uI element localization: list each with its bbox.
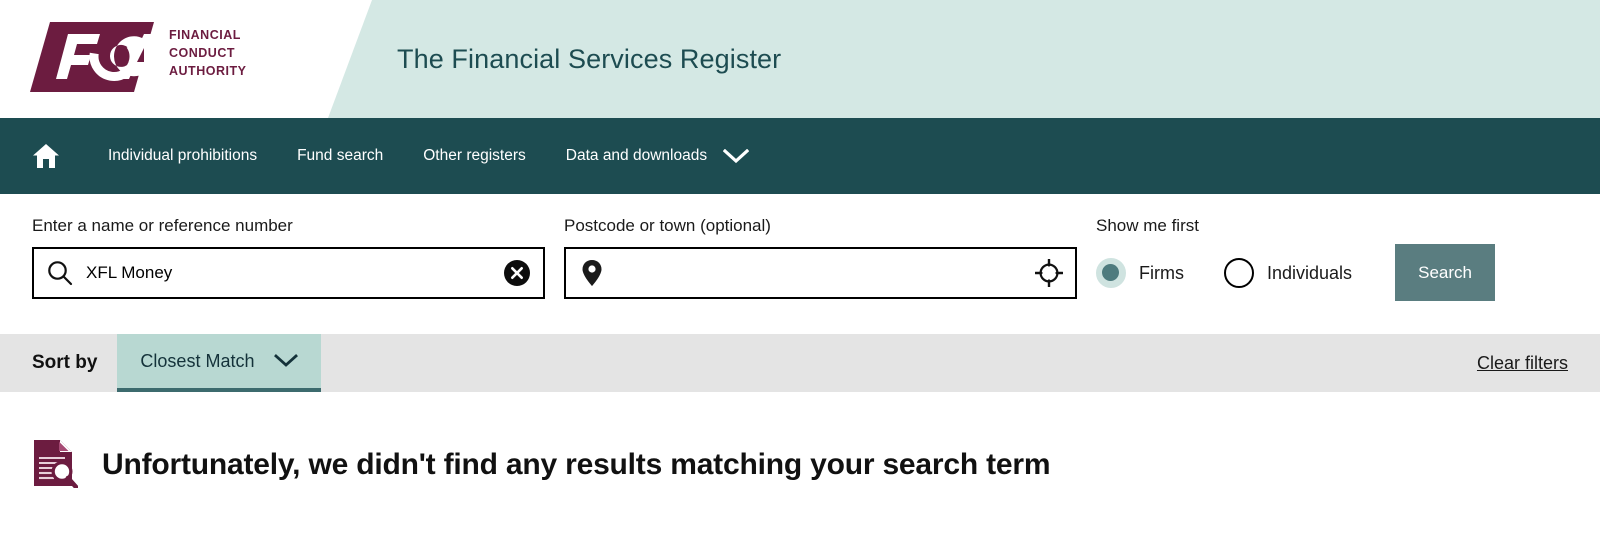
crosshair-locate-icon[interactable] (1023, 259, 1075, 288)
page-title: The Financial Services Register (397, 43, 782, 74)
results-area: Unfortunately, we didn't find any result… (0, 392, 1600, 493)
nav-item-label: Individual prohibitions (108, 147, 258, 164)
radio-indicator-firms[interactable] (1096, 258, 1126, 289)
fca-logo[interactable]: Financial Conduct Authority (30, 22, 246, 92)
postcode-field-group: Postcode or town (optional) (564, 216, 1077, 300)
search-input[interactable] (86, 249, 491, 298)
no-results-message: Unfortunately, we didn't find any result… (102, 447, 1051, 481)
postcode-input-box[interactable] (564, 247, 1077, 300)
nav-item-label: Other registers (423, 147, 526, 164)
sort-by-dropdown[interactable]: Closest Match (117, 334, 322, 392)
name-search-field-group: Enter a name or reference number (32, 216, 545, 300)
nav-item-label: Data and downloads (565, 147, 708, 164)
name-search-input-box[interactable] (32, 247, 545, 300)
sort-by-selected-value: Closest Match (140, 350, 255, 371)
site-header: Financial Conduct Authority The Financia… (0, 0, 1600, 118)
show-me-first-row: Firms Individuals Search (1096, 244, 1568, 302)
search-panel: Enter a name or reference number XFL Mon… (0, 194, 1600, 334)
show-me-first-group: Show me first Firms Individuals Search (1096, 216, 1568, 302)
radio-indicator-individuals[interactable] (1223, 258, 1254, 289)
nav-item-fund-search[interactable]: Fund search (297, 147, 383, 165)
radio-label-individuals: Individuals (1266, 262, 1353, 283)
nav-item-other-registers[interactable]: Other registers (423, 147, 526, 165)
show-me-first-label: Show me first (1096, 216, 1199, 235)
radio-option-firms[interactable]: Firms (1096, 258, 1184, 289)
nav-item-list: Individual prohibitions Fund search Othe… (108, 147, 750, 165)
nav-item-data-and-downloads[interactable]: Data and downloads (565, 147, 750, 165)
clear-circle-icon[interactable] (491, 259, 543, 287)
logo-word-line-3: Authority (169, 64, 247, 79)
fca-logo-mark (30, 22, 154, 92)
radio-option-individuals[interactable]: Individuals (1223, 258, 1353, 289)
postcode-field-label: Postcode or town (optional) (564, 216, 771, 235)
document-search-icon (32, 438, 79, 493)
sort-filter-bar: Sort by Closest Match Clear filters (0, 334, 1600, 392)
radio-label-firms: Firms (1139, 262, 1184, 283)
chevron-down-icon (274, 354, 299, 368)
search-button[interactable]: Search (1395, 244, 1496, 302)
sort-bar-spacer (321, 334, 1477, 392)
name-field-label: Enter a name or reference number (32, 216, 293, 235)
clear-filters-link[interactable]: Clear filters (1477, 334, 1568, 392)
home-icon (33, 144, 59, 168)
fca-logo-wordmark: Financial Conduct Authority (169, 26, 246, 80)
sort-by-label: Sort by (32, 352, 98, 373)
nav-item-individual-prohibitions[interactable]: Individual prohibitions (108, 147, 257, 165)
map-pin-icon (566, 259, 618, 287)
home-link[interactable] (28, 138, 64, 174)
chevron-down-icon (723, 148, 750, 164)
logo-word-line-2: Conduct (169, 46, 235, 61)
main-navigation: Individual prohibitions Fund search Othe… (0, 118, 1600, 194)
logo-word-line-1: Financial (169, 28, 241, 42)
search-icon (34, 260, 86, 286)
nav-item-label: Fund search (297, 147, 384, 164)
postcode-input[interactable] (618, 249, 1023, 298)
